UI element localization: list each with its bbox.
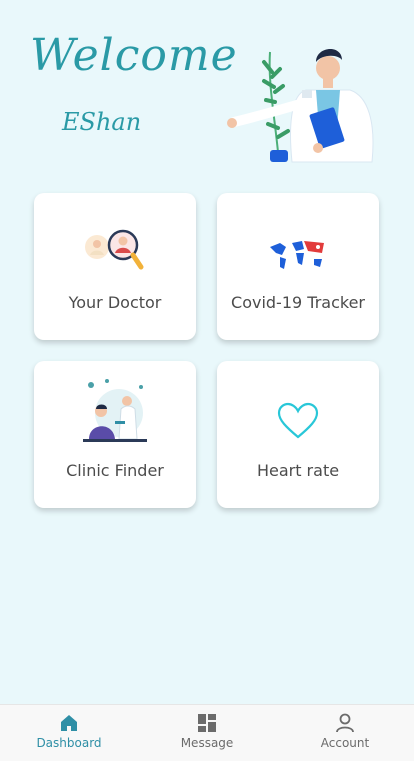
heart-icon bbox=[277, 402, 319, 439]
home-icon bbox=[61, 715, 77, 731]
card-heart-rate[interactable]: Heart rate bbox=[217, 361, 379, 508]
nav-account[interactable]: Account bbox=[276, 705, 414, 761]
nav-message[interactable]: Message bbox=[138, 705, 276, 761]
doctor-illustration bbox=[227, 48, 374, 163]
nav-label: Dashboard bbox=[36, 736, 102, 750]
card-your-doctor[interactable]: Your Doctor bbox=[34, 193, 196, 340]
card-label: Covid-19 Tracker bbox=[231, 293, 365, 312]
card-covid-tracker[interactable]: Covid-19 Tracker bbox=[217, 193, 379, 340]
welcome-title: Welcome bbox=[30, 30, 238, 81]
card-label: Your Doctor bbox=[68, 293, 162, 312]
nav-label: Account bbox=[320, 736, 370, 750]
world-map-icon bbox=[270, 241, 324, 269]
bottom-navigation: Dashboard Message Account bbox=[0, 704, 414, 761]
grid-icon bbox=[198, 714, 216, 732]
doctor-search-icon bbox=[85, 229, 144, 270]
nav-label: Message bbox=[180, 736, 234, 750]
card-label: Clinic Finder bbox=[66, 461, 164, 480]
card-clinic-finder[interactable]: Clinic Finder bbox=[34, 361, 196, 508]
clinic-vaccination-icon bbox=[83, 379, 147, 442]
nav-dashboard[interactable]: Dashboard bbox=[0, 705, 138, 761]
card-label: Heart rate bbox=[256, 461, 340, 480]
person-icon bbox=[336, 713, 354, 733]
user-name: EShan bbox=[62, 108, 142, 136]
